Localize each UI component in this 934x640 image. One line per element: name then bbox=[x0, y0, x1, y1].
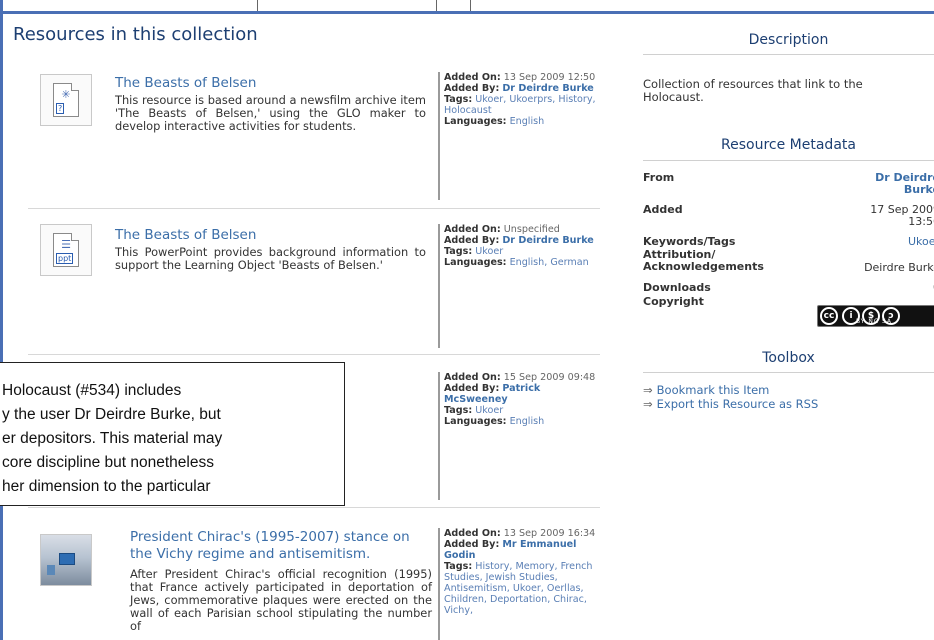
metadata-row-added: Added 17 Sep 2009 13:56 bbox=[643, 203, 934, 228]
metadata-row-downloads: Downloads 0 bbox=[643, 281, 934, 294]
resource-meta: Added On: 13 Sep 2009 12:50 Added By: Dr… bbox=[438, 72, 598, 200]
tags-links[interactable]: Ukoer bbox=[475, 246, 503, 257]
resource-item: ✳? The Beasts of Belsen This resource is… bbox=[28, 66, 600, 209]
resource-description: This resource is based around a newsfilm… bbox=[115, 93, 426, 133]
added-by-link[interactable]: Dr Deirdre Burke bbox=[502, 235, 593, 246]
frame-divider bbox=[436, 0, 437, 11]
metadata-row-from: From Dr Deirdre Burke bbox=[643, 172, 934, 198]
export-rss-link[interactable]: ⇒ Export this Resource as RSS bbox=[643, 398, 818, 411]
resource-meta: Added On: Unspecified Added By: Dr Deird… bbox=[438, 224, 598, 348]
description-heading: Description bbox=[748, 32, 829, 48]
toolbox-heading: Toolbox bbox=[762, 350, 815, 366]
collection-description: Collection of resources that link to the… bbox=[643, 77, 863, 104]
plaque-photo-thumbnail[interactable] bbox=[40, 534, 92, 586]
from-user-link[interactable]: Dr Deirdre Burke bbox=[870, 172, 934, 196]
language-link[interactable]: English bbox=[510, 416, 545, 427]
resource-title-link[interactable]: The Beasts of Belsen bbox=[115, 76, 256, 91]
frame-divider bbox=[257, 0, 258, 11]
resource-description: This PowerPoint provides background info… bbox=[115, 245, 426, 272]
language-link[interactable]: English, German bbox=[510, 257, 589, 268]
creative-commons-badge-icon[interactable]: cc i $ ↄ BY NC SA bbox=[817, 305, 934, 327]
resource-meta: Added On: 13 Sep 2009 16:34 Added By: Mr… bbox=[438, 528, 598, 640]
annotation-callout: Holocaust (#534) includes y the user Dr … bbox=[0, 362, 345, 506]
resource-item: ☰ ppt The Beasts of Belsen This PowerPoin… bbox=[28, 212, 600, 355]
bookmark-item-link[interactable]: ⇒ Bookmark this Item bbox=[643, 384, 769, 397]
frame-divider bbox=[470, 0, 471, 11]
keyword-link[interactable]: Ukoer bbox=[908, 236, 934, 248]
powerpoint-document-icon[interactable]: ☰ ppt bbox=[40, 224, 92, 276]
resource-title-link[interactable]: President Chirac's (1995-2007) stance on… bbox=[130, 529, 432, 563]
page-title: Resources in this collection bbox=[13, 24, 258, 45]
resource-description: After President Chirac's official recogn… bbox=[130, 567, 432, 633]
left-frame-border bbox=[0, 0, 3, 640]
unknown-document-icon[interactable]: ✳? bbox=[40, 74, 92, 126]
top-frame-bar bbox=[0, 0, 934, 14]
metadata-heading: Resource Metadata bbox=[721, 137, 856, 153]
language-link[interactable]: English bbox=[510, 116, 545, 127]
resource-title-link[interactable]: The Beasts of Belsen bbox=[115, 228, 256, 243]
resource-item: President Chirac's (1995-2007) stance on… bbox=[28, 512, 600, 640]
arrow-right-icon: ⇒ bbox=[643, 397, 653, 411]
added-by-link[interactable]: Dr Deirdre Burke bbox=[502, 83, 593, 94]
arrow-right-icon: ⇒ bbox=[643, 383, 653, 397]
tags-links[interactable]: Ukoer bbox=[475, 405, 503, 416]
metadata-row-attribution: Attribution/ Acknowledgements Deirdre Bu… bbox=[643, 248, 934, 274]
resource-meta: Added On: 15 Sep 2009 09:48 Added By: Pa… bbox=[438, 372, 598, 500]
